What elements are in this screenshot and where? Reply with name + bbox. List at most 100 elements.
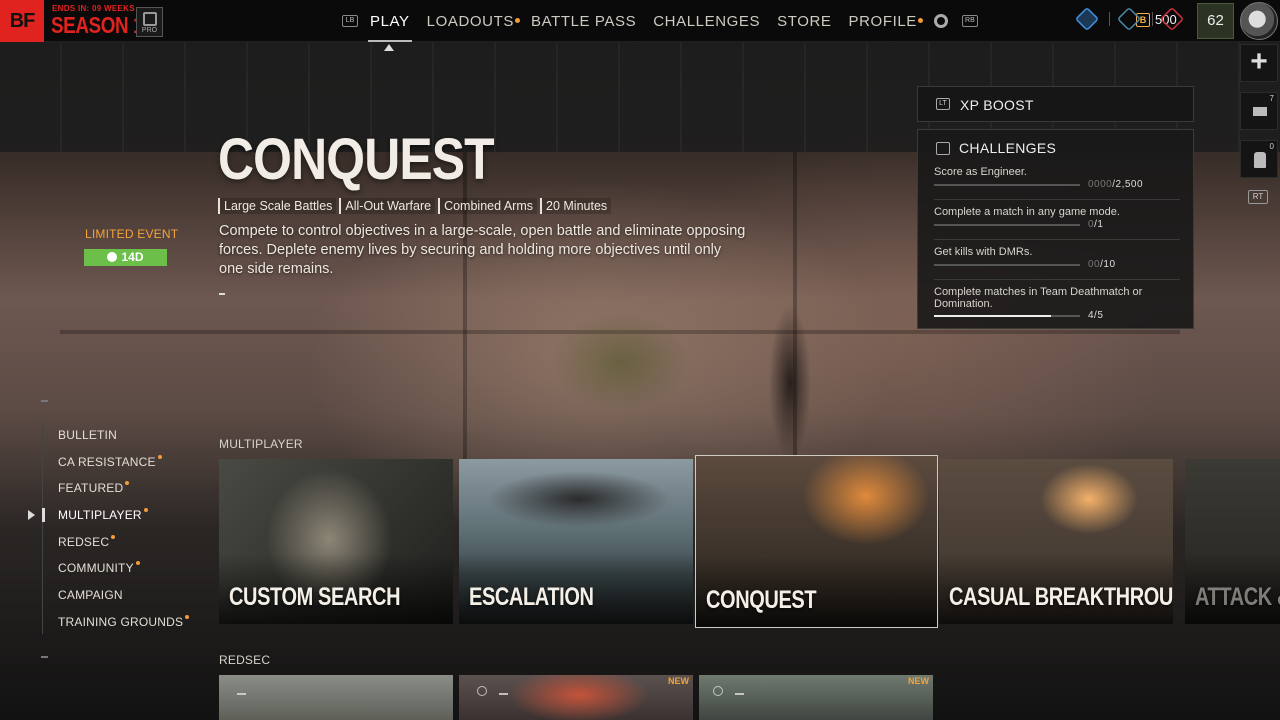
menu-item-bulletin[interactable]: BULLETIN xyxy=(58,428,117,442)
mail-icon xyxy=(1253,107,1267,116)
menu-item-label: FEATURED xyxy=(58,481,124,495)
notification-dot xyxy=(111,535,116,539)
progress-total: 4/5 xyxy=(1088,310,1104,321)
menu-item-featured[interactable]: FEATURED xyxy=(58,481,130,495)
menu-item-label: BULLETIN xyxy=(58,428,117,442)
mode-card-custom-search[interactable]: CUSTOM SEARCH xyxy=(219,459,453,624)
notification-dot xyxy=(514,17,520,23)
event-timer-value: 14D xyxy=(121,250,144,264)
progress-current: 0000 xyxy=(1088,179,1113,190)
clock-icon xyxy=(477,686,487,696)
card-image xyxy=(699,675,933,720)
menu-item-ca-resistance[interactable]: CA RESISTANCE xyxy=(58,455,162,469)
mode-tags: Large Scale Battles All-Out Warfare Comb… xyxy=(218,198,614,214)
section-label-multiplayer: MULTIPLAYER xyxy=(219,437,303,451)
mail-count: 7 xyxy=(1269,94,1274,103)
nav-loadouts[interactable]: LOADOUTS xyxy=(427,13,520,30)
challenge-text: Complete matches in Team Deathmatch or D… xyxy=(934,286,1143,310)
divider xyxy=(1152,12,1153,26)
divider xyxy=(934,239,1180,240)
nav-profile[interactable]: PROFILE xyxy=(848,12,923,30)
menu-item-redsec[interactable]: REDSEC xyxy=(58,535,116,549)
friends-button[interactable]: 0 xyxy=(1240,140,1278,178)
mode-description: Compete to control objectives in a large… xyxy=(219,223,746,277)
new-badge: NEW xyxy=(668,676,689,686)
r-button-hint-icon xyxy=(936,141,950,155)
nav-profile-label: PROFILE xyxy=(848,12,917,30)
card-title: ATTACK & D xyxy=(1195,583,1280,611)
menu-item-campaign[interactable]: CAMPAIGN xyxy=(58,588,123,602)
mode-card-escalation[interactable]: ESCALATION xyxy=(459,459,693,624)
challenge-progress-bar xyxy=(934,184,1080,186)
challenges-panel[interactable]: CHALLENGES Score as Engineer. 0000/2,500… xyxy=(917,129,1194,329)
card-title: CUSTOM SEARCH xyxy=(229,583,401,611)
download-icon xyxy=(499,687,508,695)
notification-dot xyxy=(917,17,923,23)
challenge-progress-bar xyxy=(934,315,1080,317)
divider xyxy=(934,279,1180,280)
main-nav: LB PLAY LOADOUTS BATTLE PASS CHALLENGES … xyxy=(342,0,990,42)
challenge-item: Get kills with DMRs. 00/10 xyxy=(934,246,1182,270)
menu-scroll-tick xyxy=(41,656,48,658)
menu-item-community[interactable]: COMMUNITY xyxy=(58,561,140,575)
challenge-progress: 0/1 xyxy=(1088,219,1103,230)
menu-item-training-grounds[interactable]: TRAINING GROUNDS xyxy=(58,615,190,629)
xp-boost-panel[interactable]: LT XP BOOST xyxy=(917,86,1194,122)
card-title: CONQUEST xyxy=(706,586,817,614)
limited-event-label: LIMITED EVENT xyxy=(85,227,179,241)
event-timer-badge: 14D xyxy=(84,249,167,266)
divider xyxy=(934,199,1180,200)
challenge-progress-bar xyxy=(934,224,1080,226)
clock-icon xyxy=(107,252,118,262)
mode-card-conquest[interactable]: CONQUEST xyxy=(695,455,938,628)
challenge-text: Complete a match in any game mode. xyxy=(934,206,1120,218)
add-party-button[interactable]: + xyxy=(1240,44,1278,82)
notification-dot xyxy=(157,455,162,459)
nav-store[interactable]: STORE xyxy=(777,13,831,30)
season-name[interactable]: SEASON 1 xyxy=(51,12,144,39)
notification-dot xyxy=(135,561,140,565)
pro-badge[interactable]: PRO xyxy=(136,7,163,37)
redsec-card[interactable]: NEW xyxy=(459,675,693,720)
pro-badge-icon xyxy=(143,12,157,26)
progress-current: 00 xyxy=(1088,259,1101,270)
gear-icon[interactable] xyxy=(933,14,948,28)
menu-item-label: TRAINING GROUNDS xyxy=(58,615,184,629)
player-level[interactable]: 62 xyxy=(1197,3,1234,39)
challenge-text: Score as Engineer. xyxy=(934,166,1027,178)
challenge-item: Complete a match in any game mode. 0/1 xyxy=(934,206,1182,230)
challenge-item: Score as Engineer. 0000/2,500 xyxy=(934,166,1182,190)
download-icon xyxy=(237,687,246,695)
nav-play-label: PLAY xyxy=(370,12,410,30)
nav-challenges-label: CHALLENGES xyxy=(653,12,761,30)
avatar[interactable] xyxy=(1240,2,1278,40)
hero-title: CONQUEST xyxy=(218,127,495,192)
menu-item-multiplayer[interactable]: MULTIPLAYER xyxy=(58,508,148,522)
menu-item-label: MULTIPLAYER xyxy=(58,508,142,522)
new-badge: NEW xyxy=(908,676,929,686)
mode-card-attack-defend[interactable]: ATTACK & D xyxy=(1185,459,1280,624)
pro-badge-label: PRO xyxy=(141,27,158,34)
challenges-title: CHALLENGES xyxy=(959,140,1057,156)
mail-button[interactable]: 7 xyxy=(1240,92,1278,130)
nav-play[interactable]: PLAY xyxy=(368,12,412,42)
friends-icon xyxy=(1254,152,1266,168)
mode-tag: 20 Minutes xyxy=(540,198,612,214)
notification-dot xyxy=(125,481,130,485)
menu-scroll-tick xyxy=(41,400,48,402)
notification-dot xyxy=(143,508,148,512)
redsec-card[interactable]: NEW xyxy=(699,675,933,720)
section-label-redsec: REDSEC xyxy=(219,653,271,667)
nav-challenges[interactable]: CHALLENGES xyxy=(653,13,760,30)
redsec-card[interactable] xyxy=(219,675,453,720)
nav-battle-pass[interactable]: BATTLE PASS xyxy=(531,13,636,30)
nav-store-label: STORE xyxy=(777,12,832,30)
lb-button-hint-icon: LB xyxy=(342,15,358,27)
divider xyxy=(1109,12,1110,26)
menu-item-label: COMMUNITY xyxy=(58,561,134,575)
progress-total: /1 xyxy=(1094,219,1104,230)
mode-card-casual-breakthrough[interactable]: CASUAL BREAKTHROUGH xyxy=(939,459,1173,624)
mode-tag: Large Scale Battles xyxy=(218,198,337,214)
rb-button-hint-icon: RB xyxy=(961,15,978,27)
menu-item-label: REDSEC xyxy=(58,535,110,549)
